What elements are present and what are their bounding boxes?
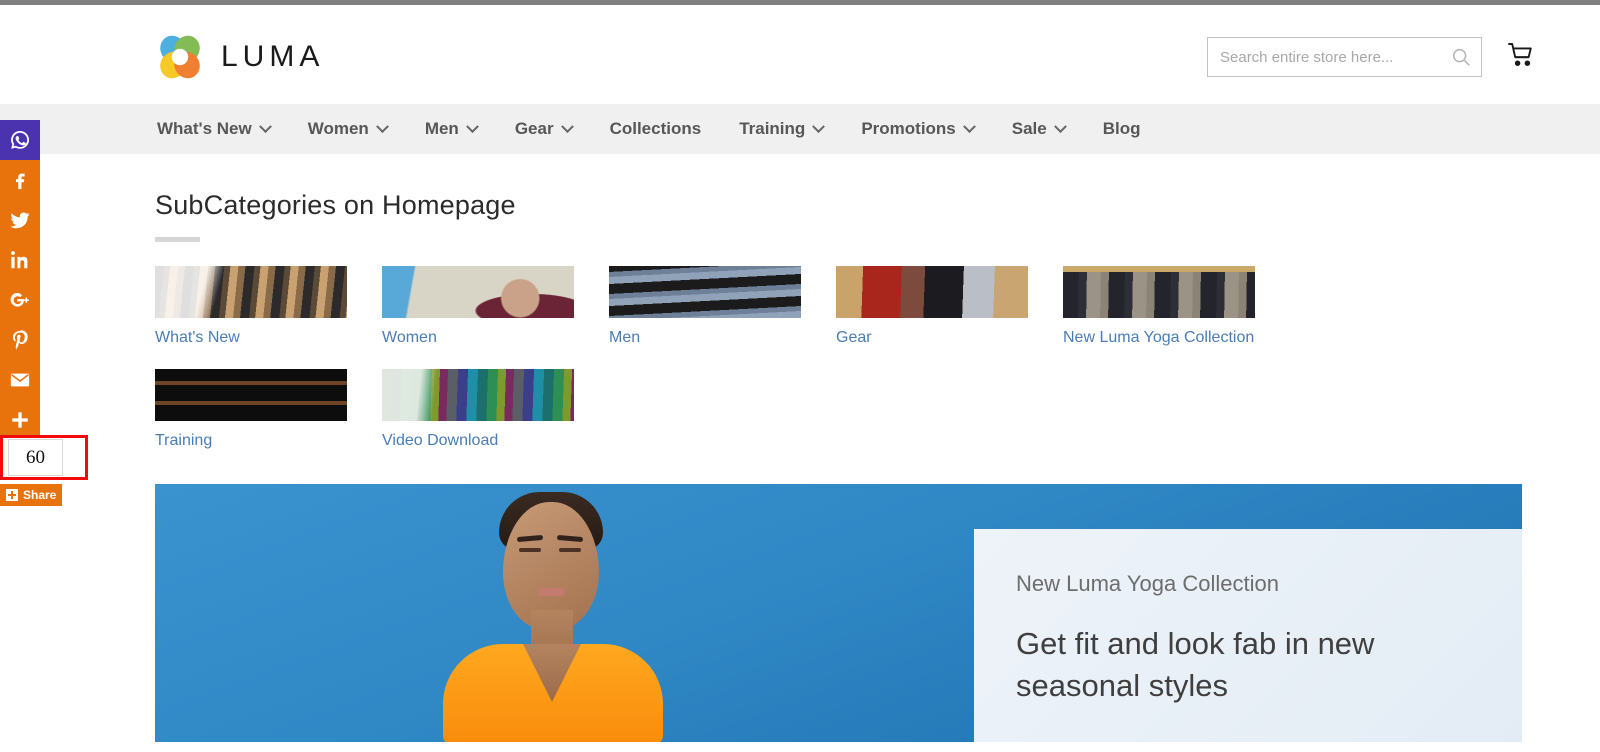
- chevron-down-icon: [258, 119, 272, 133]
- facebook-icon: [9, 169, 31, 191]
- tile-link-label[interactable]: Gear: [836, 329, 1063, 347]
- google-plus-icon: [9, 289, 31, 311]
- nav-item-collections[interactable]: Collections: [608, 104, 704, 154]
- search-box[interactable]: [1207, 37, 1482, 77]
- luma-flower-logo-icon: [155, 32, 205, 82]
- tile-link-label[interactable]: What's New: [155, 329, 382, 347]
- nav-label: Men: [424, 119, 459, 138]
- page-root: LUMA Search entire store here... What's …: [0, 5, 1600, 752]
- subcategory-tile[interactable]: What's New: [155, 266, 382, 347]
- plus-icon: [9, 409, 31, 431]
- email-envelope-icon: [9, 369, 31, 391]
- search-icon: [1450, 46, 1472, 68]
- tile-image: [382, 266, 574, 318]
- twitter-icon: [9, 209, 31, 231]
- nav-label: Women: [307, 119, 369, 138]
- pinterest-icon: [9, 329, 31, 351]
- share-total-count: 60: [8, 439, 63, 476]
- tile-image: [1063, 266, 1255, 318]
- chevron-down-icon: [560, 119, 574, 133]
- share-count-highlight[interactable]: 60: [0, 435, 88, 480]
- share-toggle-tab[interactable]: Share: [0, 484, 63, 506]
- main-content: SubCategories on Homepage What's New Wom…: [0, 154, 1600, 742]
- nav-label: Collections: [609, 119, 702, 138]
- nav-label: What's New: [157, 119, 252, 138]
- share-button-email[interactable]: [0, 360, 40, 400]
- subcategory-tile[interactable]: New Luma Yoga Collection: [1063, 266, 1290, 347]
- tile-image: [836, 266, 1028, 318]
- share-button-twitter[interactable]: [0, 200, 40, 240]
- tile-link-label[interactable]: Men: [609, 329, 836, 347]
- cart-button[interactable]: [1504, 39, 1538, 73]
- share-plus-icon: [6, 489, 18, 501]
- subcategory-tile[interactable]: Women: [382, 266, 609, 347]
- hero-headline: Get fit and look fab in new seasonal sty…: [1016, 626, 1375, 704]
- tile-image: [155, 369, 347, 421]
- nav-item-whats-new[interactable]: What's New: [155, 104, 272, 154]
- tile-link-label[interactable]: Training: [155, 432, 382, 450]
- hero-text-card: New Luma Yoga Collection Get fit and loo…: [974, 529, 1522, 742]
- nav-item-blog[interactable]: Blog: [1101, 104, 1143, 154]
- share-button-whatsapp[interactable]: [0, 120, 40, 160]
- nav-item-promotions[interactable]: Promotions: [859, 104, 976, 154]
- tile-link-label[interactable]: Women: [382, 329, 609, 347]
- tile-image: [382, 369, 574, 421]
- hero-eyebrow: New Luma Yoga Collection: [1016, 571, 1279, 596]
- main-navigation: What's New Women Men Gear Collections Tr…: [0, 104, 1600, 154]
- chevron-down-icon: [812, 119, 826, 133]
- whatsapp-icon: [9, 129, 31, 151]
- nav-item-training[interactable]: Training: [737, 104, 826, 154]
- nav-item-sale[interactable]: Sale: [1010, 104, 1067, 154]
- nav-label: Sale: [1011, 119, 1047, 138]
- nav-item-women[interactable]: Women: [306, 104, 389, 154]
- tile-image: [609, 266, 801, 318]
- tile-link-label[interactable]: New Luma Yoga Collection: [1063, 329, 1290, 347]
- nav-label: Blog: [1102, 119, 1141, 138]
- nav-label: Training: [739, 119, 806, 138]
- subcategory-tile-grid: What's New Women Men Gear New Luma Yoga …: [155, 266, 1515, 472]
- search-button[interactable]: [1441, 38, 1481, 76]
- chevron-down-icon: [962, 119, 976, 133]
- tile-image: [155, 266, 347, 318]
- title-underline-rule: [155, 237, 200, 242]
- subcategory-tile[interactable]: Men: [609, 266, 836, 347]
- share-button-more[interactable]: [0, 400, 40, 440]
- share-button-facebook[interactable]: [0, 160, 40, 200]
- share-button-pinterest[interactable]: [0, 320, 40, 360]
- subcategory-tile[interactable]: Gear: [836, 266, 1063, 347]
- search-input[interactable]: [1208, 38, 1441, 76]
- nav-item-gear[interactable]: Gear: [513, 104, 574, 154]
- shopping-cart-icon: [1506, 40, 1536, 73]
- brand-name: LUMA: [221, 40, 325, 73]
- subcategory-tile[interactable]: Video Download: [382, 369, 609, 450]
- nav-item-men[interactable]: Men: [423, 104, 479, 154]
- tile-link-label[interactable]: Video Download: [382, 432, 609, 450]
- subcategory-tile[interactable]: Training: [155, 369, 382, 450]
- nav-label: Promotions: [861, 119, 956, 138]
- chevron-down-icon: [465, 119, 479, 133]
- share-button-linkedin[interactable]: [0, 240, 40, 280]
- share-button-googleplus[interactable]: [0, 280, 40, 320]
- share-tab-label: Share: [23, 488, 57, 502]
- linkedin-icon: [9, 249, 31, 271]
- social-share-rail: [0, 120, 40, 440]
- hero-image-woman-meditating: [407, 484, 707, 742]
- chevron-down-icon: [1053, 119, 1067, 133]
- hero-banner[interactable]: New Luma Yoga Collection Get fit and loo…: [155, 484, 1522, 742]
- page-title: SubCategories on Homepage: [155, 190, 516, 220]
- nav-label: Gear: [514, 119, 554, 138]
- site-logo[interactable]: LUMA: [155, 32, 324, 82]
- chevron-down-icon: [375, 119, 389, 133]
- site-header: LUMA: [0, 5, 1600, 104]
